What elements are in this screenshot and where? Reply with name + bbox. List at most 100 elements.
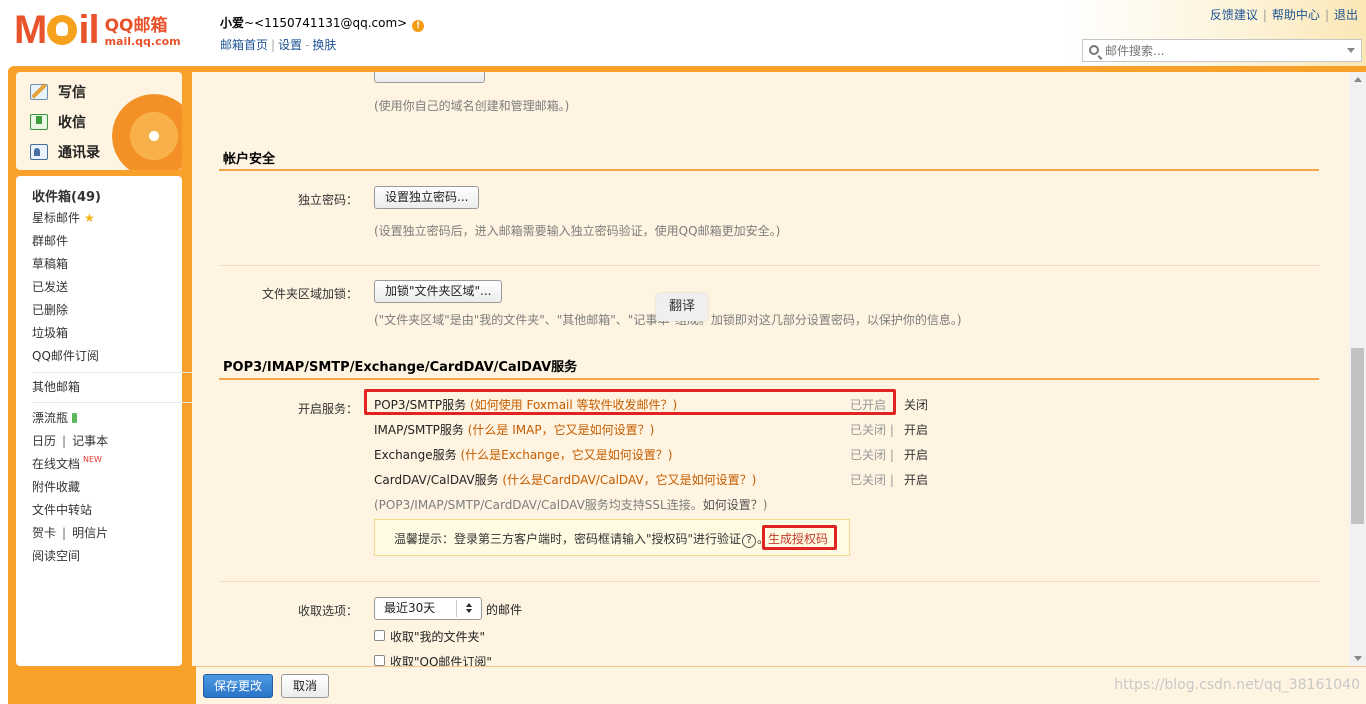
header: Mil QQ邮箱 mail.qq.com 小爱~<1150741131@qq.c… (0, 0, 1366, 66)
quick-actions: 写信 收信 通讯录 (16, 72, 182, 170)
watermark: https://blog.csdn.net/qq_38161040 (1114, 677, 1360, 693)
service-exchange: Exchange服务 (什么是Exchange，它又是如何设置？) (374, 448, 673, 462)
divider (32, 402, 192, 403)
scroll-down-icon[interactable] (1354, 656, 1362, 661)
pop3-disable-button[interactable]: 关闭 (904, 396, 928, 413)
imap-enable-button[interactable]: 开启 (904, 421, 928, 438)
feedback-link[interactable]: 反馈建议 (1210, 8, 1258, 22)
service-section-title: POP3/IMAP/SMTP/Exchange/CardDAV/CalDAV服务 (223, 360, 578, 375)
receive-mail-button[interactable]: 收信 (30, 112, 86, 132)
new-badge: NEW (83, 455, 102, 464)
settings-link[interactable]: 设置 (278, 38, 302, 52)
contacts-button[interactable]: 通讯录 (30, 142, 100, 162)
pop3-highlight-box (364, 389, 896, 415)
folder-other-mailboxes[interactable]: 其他邮箱 (32, 378, 80, 395)
fetch-period-select[interactable]: 最近30天 (374, 597, 482, 620)
folder-inbox[interactable]: 收件箱(49) (32, 186, 101, 205)
change-skin-link[interactable]: 换肤 (312, 38, 336, 52)
question-icon[interactable]: ? (742, 534, 757, 548)
inbox-download-icon (30, 114, 48, 130)
folder-reading[interactable]: 阅读空间 (32, 547, 80, 564)
logo-brand: QQ邮箱 (104, 16, 168, 36)
write-mail-button[interactable]: 写信 (30, 82, 86, 102)
qq-mail-logo[interactable]: Mil QQ邮箱 mail.qq.com (14, 10, 181, 50)
folder-list: 收件箱(49) 星标邮件 ★ 群邮件 草稿箱 已发送 已删除 垃圾箱 QQ邮件订阅… (16, 176, 192, 666)
folder-deleted[interactable]: 已删除 (32, 301, 68, 318)
search-input[interactable] (1105, 42, 1335, 60)
fetch-subscribe-checkbox[interactable] (374, 655, 385, 666)
tip-text: 温馨提示：登录第三方客户端时，密码框请输入"授权码"进行验证?。 (394, 532, 770, 548)
section-divider (219, 169, 1319, 171)
service-imap-smtp: IMAP/SMTP服务 (什么是 IMAP，它又是如何设置？) (374, 423, 655, 437)
settings-panel: (使用你自己的域名创建和管理邮箱。) 帐户安全 独立密码： 设置独立密码... … (192, 72, 1349, 666)
logout-link[interactable]: 退出 (1334, 8, 1358, 22)
exchange-status: 已关闭 | (850, 448, 894, 462)
scroll-up-icon[interactable] (1354, 77, 1362, 82)
bottle-icon (72, 413, 78, 423)
user-email: ~<1150741131@qq.com> (244, 16, 408, 30)
auth-code-highlight-box (762, 525, 837, 550)
star-icon: ★ (84, 211, 95, 225)
greeting-cards-link[interactable]: 贺卡 (32, 526, 56, 540)
contact-card-icon (30, 144, 48, 160)
divider (32, 372, 192, 373)
set-independent-password-button[interactable]: 设置独立密码... (374, 186, 480, 209)
fetch-my-folders-checkbox[interactable] (374, 630, 385, 641)
exchange-enable-button[interactable]: 开启 (904, 446, 928, 463)
carddav-help-link[interactable]: (什么是CardDAV/CalDAV，它又是如何设置？) (502, 473, 756, 487)
mail-search[interactable] (1082, 39, 1362, 62)
user-block: 小爱~<1150741131@qq.com>! 邮箱首页 | 设置 - 换肤 (220, 14, 425, 53)
folder-starred[interactable]: 星标邮件 ★ (32, 209, 95, 226)
folder-attachments[interactable]: 附件收藏 (32, 478, 80, 495)
domain-mail-button[interactable] (374, 72, 485, 83)
folder-subscribe[interactable]: QQ邮件订阅 (32, 347, 99, 364)
row-divider (219, 265, 1319, 266)
ssl-setup-link[interactable]: 如何设置？ (703, 498, 763, 512)
help-center-link[interactable]: 帮助中心 (1272, 8, 1320, 22)
folder-sent[interactable]: 已发送 (32, 278, 68, 295)
penguin-logo-icon (47, 15, 78, 46)
row-divider (219, 581, 1319, 582)
independent-password-label: 独立密码： (297, 193, 358, 207)
warning-icon[interactable]: ! (412, 20, 425, 32)
folder-group[interactable]: 群邮件 (32, 232, 68, 249)
folder-calendar-notes: 日历 | 记事本 (32, 434, 109, 448)
pencil-icon (30, 84, 48, 100)
search-icon (1089, 45, 1099, 55)
folder-online-docs[interactable]: 在线文档 NEW (32, 455, 102, 472)
folder-lock-label: 文件夹区域加锁： (261, 287, 358, 301)
action-bar: 保存更改 取消 https://blog.csdn.net/qq_3816104… (196, 666, 1366, 704)
settings-scrollbar[interactable] (1349, 72, 1366, 666)
imap-help-link[interactable]: (什么是 IMAP，它又是如何设置？) (468, 423, 655, 437)
postcards-link[interactable]: 明信片 (72, 526, 108, 540)
service-carddav-caldav: CardDAV/CalDAV服务 (什么是CardDAV/CalDAV，它又是如… (374, 473, 757, 487)
calendar-link[interactable]: 日历 (32, 434, 56, 448)
chevron-down-icon[interactable] (1347, 48, 1355, 53)
fetch-options-label: 收取选项： (297, 604, 358, 618)
imap-status: 已关闭 | (850, 423, 894, 437)
notes-link[interactable]: 记事本 (72, 434, 108, 448)
cancel-button[interactable]: 取消 (281, 674, 329, 698)
chevron-up-icon (466, 603, 472, 607)
carddav-enable-button[interactable]: 开启 (904, 471, 928, 488)
lock-folder-area-button[interactable]: 加锁"文件夹区域"... (374, 280, 503, 303)
security-section-title: 帐户安全 (223, 152, 276, 167)
chevron-down-icon (466, 609, 472, 613)
scrollbar-thumb[interactable] (1351, 348, 1364, 524)
top-links: 反馈建议 | 帮助中心 | 退出 (1209, 8, 1358, 22)
fetch-my-folders-label: 收取"我的文件夹" (390, 630, 486, 644)
folder-spam[interactable]: 垃圾箱 (32, 324, 68, 341)
ssl-hint: (POP3/IMAP/SMTP/CardDAV/CalDAV服务均支持SSL连接… (374, 498, 768, 512)
mail-home-link[interactable]: 邮箱首页 (220, 38, 268, 52)
section-divider (219, 378, 1319, 380)
user-name: 小爱 (220, 16, 245, 30)
exchange-help-link[interactable]: (什么是Exchange，它又是如何设置？) (460, 448, 672, 462)
folder-drafts[interactable]: 草稿箱 (32, 255, 68, 272)
folder-file-transfer[interactable]: 文件中转站 (32, 501, 92, 518)
save-changes-button[interactable]: 保存更改 (203, 674, 273, 698)
enable-service-label: 开启服务： (297, 402, 358, 416)
domain-hint: (使用你自己的域名创建和管理邮箱。) (374, 99, 570, 113)
translate-popup[interactable]: 翻译 (656, 293, 708, 321)
logo-url: mail.qq.com (104, 35, 181, 48)
folder-drift-bottle[interactable]: 漂流瓶 (32, 409, 78, 426)
